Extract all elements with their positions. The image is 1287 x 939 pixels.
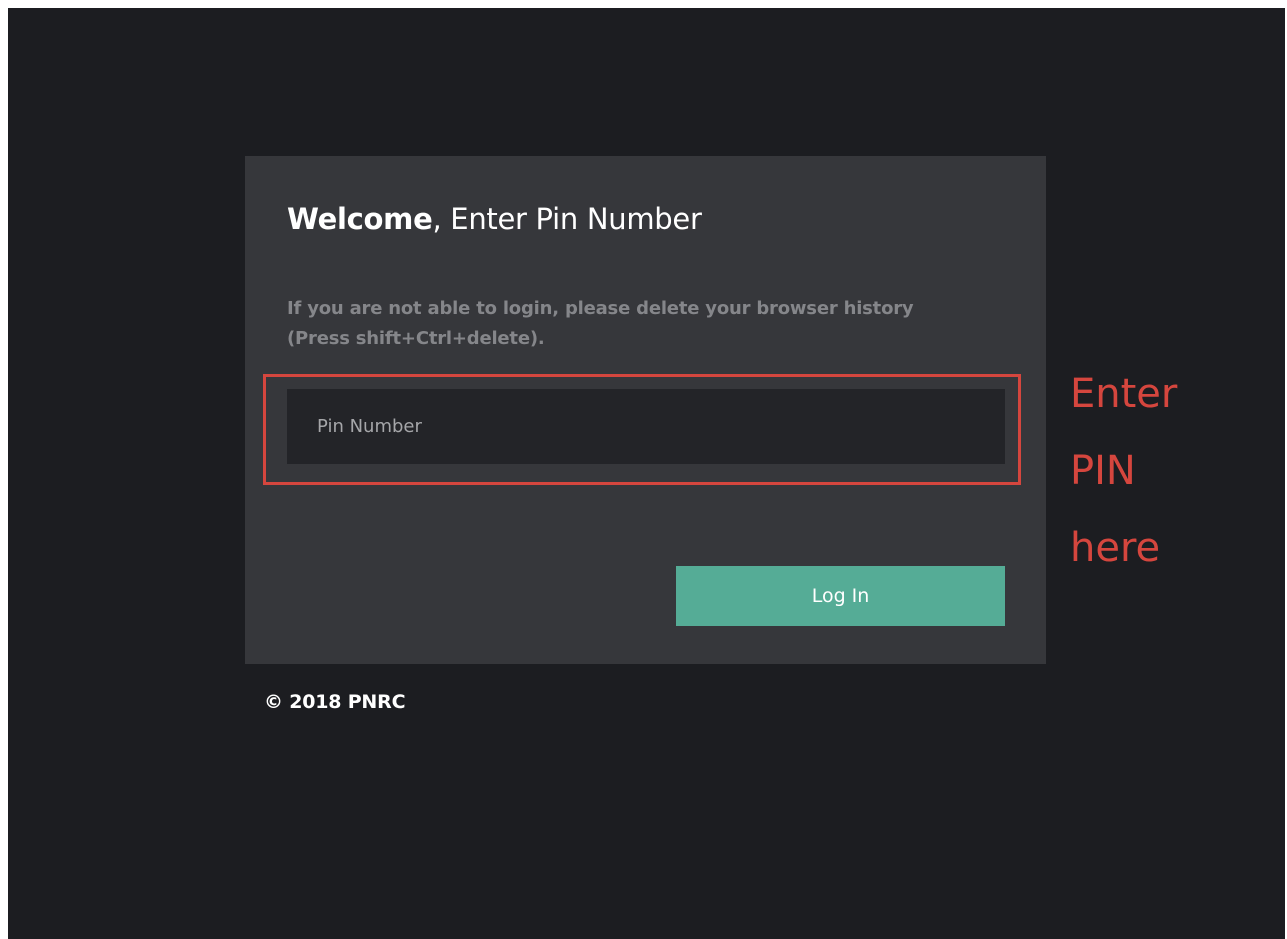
enter-pin-annotation: Enter PIN here bbox=[1070, 371, 1178, 571]
title-rest: , Enter Pin Number bbox=[432, 202, 702, 236]
copyright-text: © 2018 PNRC bbox=[264, 691, 406, 713]
page-title: Welcome, Enter Pin Number bbox=[287, 202, 702, 236]
login-card: Welcome, Enter Pin Number If you are not… bbox=[245, 156, 1046, 664]
log-in-button[interactable]: Log In bbox=[676, 566, 1005, 626]
pin-number-input[interactable] bbox=[287, 389, 1005, 464]
title-bold: Welcome bbox=[287, 202, 433, 236]
login-hint: If you are not able to login, please del… bbox=[287, 298, 914, 349]
login-screen: Welcome, Enter Pin Number If you are not… bbox=[8, 8, 1285, 939]
